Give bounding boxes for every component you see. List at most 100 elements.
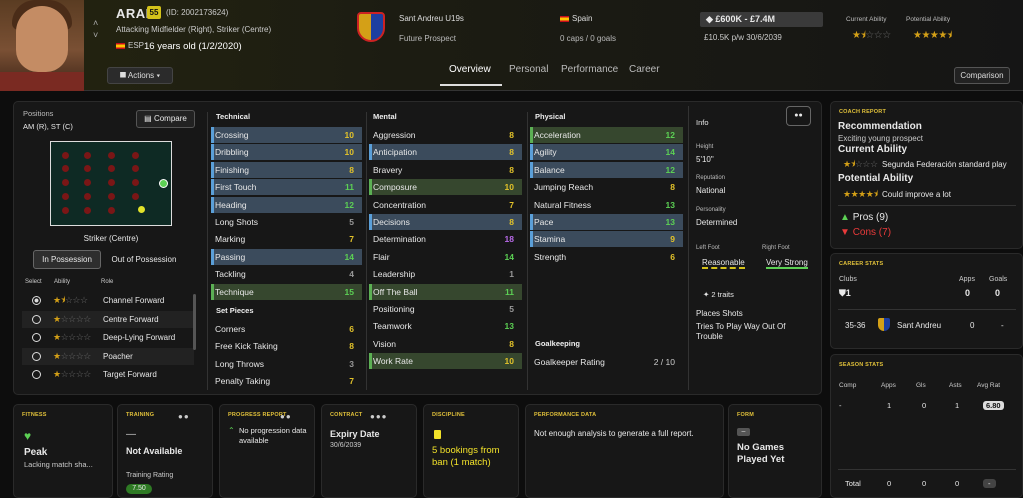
physical-title: Physical [535, 112, 566, 121]
col-ability: Ability [54, 279, 71, 285]
training-rating: 7.50 [126, 484, 152, 494]
tab-performance[interactable]: Performance [561, 64, 618, 75]
coach-report-title: COACH REPORT [839, 109, 887, 115]
progress-text: No progression data available [239, 426, 307, 445]
technical-attr-name: Passing [215, 251, 246, 262]
mental-attr-name: Bravery [373, 164, 403, 175]
role-row[interactable]: ★☆☆☆☆ Centre Forward [22, 310, 194, 328]
progress-card[interactable]: PROGRESS REPORT ●● ⌃ No progression data… [219, 404, 315, 498]
role-radio[interactable] [32, 370, 41, 379]
role-radio[interactable] [32, 314, 41, 324]
role-radio[interactable] [32, 351, 41, 361]
training-card[interactable]: TRAINING ●● — Not Available Training Rat… [117, 404, 213, 498]
fitness-card[interactable]: FITNESS ♥ Peak Lacking match sha... [13, 404, 113, 498]
more-dots-icon[interactable]: ●● [280, 412, 292, 421]
tab-personal[interactable]: Personal [509, 64, 548, 75]
contract-card[interactable]: CONTRACT ●●● Expiry Date 30/6/2039 [321, 404, 417, 498]
mental-attr-value: 10 [504, 182, 514, 193]
people-icon[interactable]: ●● [786, 106, 811, 126]
active-tab-indicator [440, 84, 502, 86]
mental-attr-value: 7 [509, 199, 514, 210]
role-row[interactable]: ★⯨☆☆☆ Channel Forward [22, 292, 194, 309]
set_pieces-attr-name: Penalty Taking [215, 376, 271, 387]
in-possession-toggle[interactable]: In Possession [33, 250, 101, 269]
mental-title: Mental [373, 112, 397, 121]
out-possession-toggle[interactable]: Out of Possession [103, 250, 185, 269]
col-select: Select [25, 279, 42, 285]
position-pitch[interactable] [50, 141, 172, 226]
technical-attr-row: First Touch 11 [211, 179, 362, 196]
role-row[interactable]: ★☆☆☆☆ Target Forward [22, 366, 194, 383]
more-dots-icon[interactable]: ●● [178, 412, 190, 421]
apps-value: 0 [965, 288, 971, 298]
mental-attr-name: Positioning [373, 304, 415, 314]
mental-attr-row: Aggression 8 [369, 127, 522, 143]
traits-count: ✦ 2 traits [703, 290, 734, 299]
mental-attr-row: Off The Ball 11 [369, 283, 522, 300]
mental-attr-row: Determination 18 [369, 231, 522, 247]
performance-title: PERFORMANCE DATA [534, 412, 597, 418]
mental-attr-row: Flair 14 [369, 249, 522, 265]
height-value: 5'10" [696, 155, 714, 164]
compare-button[interactable]: ▤ Compare [136, 110, 195, 128]
compare-icon: ▤ [144, 114, 154, 123]
physical-attr-row: Strength 6 [530, 249, 683, 265]
player-photo [0, 0, 84, 91]
player-status: Future Prospect [399, 34, 456, 43]
role-row[interactable]: ★☆☆☆☆ Poacher [22, 347, 194, 365]
technical-attr-value: 7 [349, 234, 354, 245]
role-radio[interactable] [32, 333, 41, 342]
pa-row: ★★★★⯨ Could improve a lot [843, 189, 951, 199]
technical-attr-name: Tackling [215, 269, 246, 280]
club-crest-icon[interactable] [357, 12, 385, 42]
club-name[interactable]: Sant Andreu U19s [399, 14, 464, 23]
recommendation-label: Recommendation [838, 121, 922, 132]
role-radio[interactable] [32, 296, 41, 305]
shield-icon: ⛊ [839, 288, 846, 298]
technical-title: Technical [216, 112, 251, 121]
role-row[interactable]: ★☆☆☆☆ Deep-Lying Forward [22, 329, 194, 346]
mental-attr-name: Leadership [373, 269, 416, 280]
career-title: CAREER STATS [839, 261, 884, 267]
season-total-cell: 0 [922, 479, 927, 488]
contract-title: CONTRACT [330, 412, 363, 418]
discipline-card[interactable]: DISCIPLINE 5 bookings from ban (1 match) [423, 404, 519, 498]
goalkeeper-rating: Goalkeeper Rating 2 / 10 [534, 357, 675, 367]
more-dots-icon[interactable]: ●●● [370, 412, 388, 421]
actions-button[interactable]: ⯀ Actions ▾ [107, 67, 173, 84]
form-card[interactable]: FORM – No Games Played Yet [728, 404, 822, 498]
set_pieces-attr-name: Corners [215, 324, 246, 334]
recommendation-text: Exciting young prospect [838, 134, 923, 143]
mental-attr-row: Work Rate 10 [369, 353, 522, 370]
clubs-value: ⛊1 [839, 288, 851, 298]
person-icon: ⯀ [119, 71, 128, 80]
season-col-header: Apps [881, 382, 896, 389]
career-club[interactable]: Sant Andreu [897, 321, 941, 330]
technical-attr-name: Long Shots [215, 217, 259, 227]
fitness-value: Peak [24, 447, 48, 458]
mental-attr-name: Decisions [373, 217, 410, 227]
physical-attr-value: 6 [670, 251, 675, 262]
pros-button[interactable]: ▲ Pros (9) [840, 212, 888, 223]
physical-attr-value: 8 [670, 182, 675, 193]
cons-button[interactable]: ▼ Cons (7) [840, 227, 891, 238]
mental-attr-name: Anticipation [373, 147, 417, 158]
mental-attr-value: 1 [509, 269, 514, 280]
performance-card[interactable]: PERFORMANCE DATA Not enough analysis to … [525, 404, 724, 498]
prev-next-arrows-icon[interactable]: ˄ ˅ [93, 17, 98, 41]
personality-label: Personality [696, 207, 726, 213]
mental-attr-row: Leadership 1 [369, 266, 522, 282]
mental-attr-row: Vision 8 [369, 336, 522, 352]
physical-attr-name: Agility [534, 147, 557, 158]
spain-flag-icon [560, 15, 569, 22]
role-ability-stars: ★⯨☆☆☆ [53, 295, 88, 305]
tab-overview[interactable]: Overview [449, 64, 491, 75]
roles-scrollbar[interactable] [193, 294, 196, 350]
tab-career[interactable]: Career [629, 64, 660, 75]
club-crest-icon [878, 318, 890, 331]
physical-attr-row: Pace 13 [530, 214, 683, 230]
physical-attr-value: 13 [665, 199, 675, 210]
comparison-button[interactable]: Comparison [954, 67, 1010, 84]
mental-attr-row: Bravery 8 [369, 162, 522, 178]
technical-attr-name: Heading [215, 199, 247, 210]
